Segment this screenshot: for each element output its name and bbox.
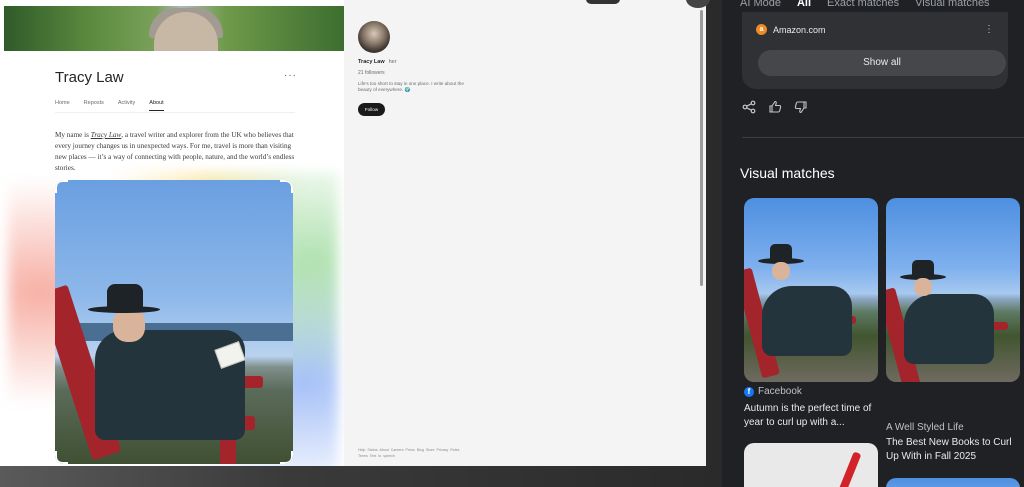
tab-all[interactable]: All [797, 0, 811, 9]
footer-links[interactable]: Help Status About Careers Press Blog Sto… [358, 447, 468, 459]
more-vert-icon[interactable]: ⋮ [984, 24, 994, 35]
source-name: Amazon.com [773, 24, 826, 35]
thumb-hat-crown [770, 244, 792, 260]
thumbs-up-icon[interactable] [768, 100, 782, 119]
thumb-face [914, 278, 932, 296]
tab-activity[interactable]: Activity [118, 100, 135, 111]
show-all-button[interactable]: Show all [758, 50, 1006, 76]
visual-matches-heading: Visual matches [740, 165, 835, 181]
visual-match-card[interactable] [886, 478, 1020, 487]
selection-corner[interactable] [55, 451, 68, 464]
tab-about[interactable]: About [149, 100, 164, 111]
share-icon[interactable] [742, 100, 756, 119]
thumb-hat-crown [912, 260, 934, 276]
thumbs-down-icon[interactable] [794, 100, 808, 119]
lens-image-selection[interactable] [55, 180, 293, 464]
visual-match-card[interactable] [744, 443, 878, 487]
thumb-pen [834, 451, 862, 487]
followers-count[interactable]: 21 followers [358, 70, 385, 76]
browser-window: Tracy Law ··· Home Reposts Activity Abou… [0, 0, 722, 487]
match-title[interactable]: Autumn is the perfect time of year to cu… [744, 402, 878, 430]
page-scrollbar[interactable] [700, 10, 703, 286]
match-source-name: Facebook [758, 386, 802, 397]
tabs-divider [55, 112, 295, 113]
selection-corner[interactable] [280, 451, 293, 464]
bio-text-start: My name is [55, 131, 91, 139]
match-source: A Well Styled Life [886, 422, 964, 433]
medium-profile-page: Tracy Law ··· Home Reposts Activity Abou… [0, 0, 706, 466]
tab-home[interactable]: Home [55, 100, 70, 111]
sidebar-author-name: Tracy Law her [358, 59, 397, 65]
author-name-heading: Tracy Law [55, 69, 124, 86]
selection-corner[interactable] [280, 180, 293, 193]
photo-face [113, 308, 145, 342]
source-card: a Amazon.com ⋮ Show all [742, 12, 1008, 89]
thumb-person [762, 286, 852, 356]
tab-exact-matches[interactable]: Exact matches [827, 0, 899, 9]
profile-main-column: Tracy Law ··· Home Reposts Activity Abou… [0, 0, 344, 466]
source-row-amazon[interactable]: a Amazon.com [756, 24, 826, 35]
photo-hat-crown [107, 284, 143, 310]
more-options-icon[interactable]: ··· [284, 70, 297, 81]
follow-button[interactable]: Follow [358, 103, 385, 116]
bio-name-link[interactable]: Tracy Law [91, 131, 122, 139]
profile-tabs: Home Reposts Activity About [55, 100, 164, 111]
window-bottom-edge [0, 466, 722, 487]
tab-ai-mode[interactable]: AI Mode [740, 0, 781, 9]
match-source: f Facebook [744, 386, 802, 397]
selection-corner[interactable] [55, 180, 68, 193]
lens-tabs: AI Mode All Exact matches Visual matches [740, 0, 990, 9]
match-thumbnail[interactable] [886, 198, 1020, 382]
pronoun-label: her [388, 59, 397, 65]
screen: Tracy Law ··· Home Reposts Activity Abou… [0, 0, 1024, 487]
tab-visual-matches[interactable]: Visual matches [915, 0, 989, 9]
lens-results-panel: AI Mode All Exact matches Visual matches… [722, 0, 1024, 487]
facebook-icon: f [744, 386, 754, 397]
thumb-face [772, 262, 790, 280]
feedback-row [742, 100, 808, 119]
sidebar-name-text: Tracy Law [358, 59, 385, 65]
cover-image [4, 6, 344, 51]
amazon-icon: a [756, 24, 767, 35]
profile-sidebar: Tracy Law her 21 followers Life’s too sho… [344, 0, 706, 466]
tab-reposts[interactable]: Reposts [84, 100, 104, 111]
match-thumbnail[interactable] [744, 198, 878, 382]
browser-top-control[interactable] [586, 0, 620, 4]
match-title[interactable]: The Best New Books to Curl Up With in Fa… [886, 436, 1024, 464]
thumb-person [904, 294, 994, 364]
avatar[interactable] [358, 21, 390, 53]
section-divider [742, 137, 1024, 138]
about-bio: My name is Tracy Law, a travel writer an… [55, 130, 301, 174]
sidebar-bio: Life’s too short to stay in one place. I… [358, 81, 464, 93]
